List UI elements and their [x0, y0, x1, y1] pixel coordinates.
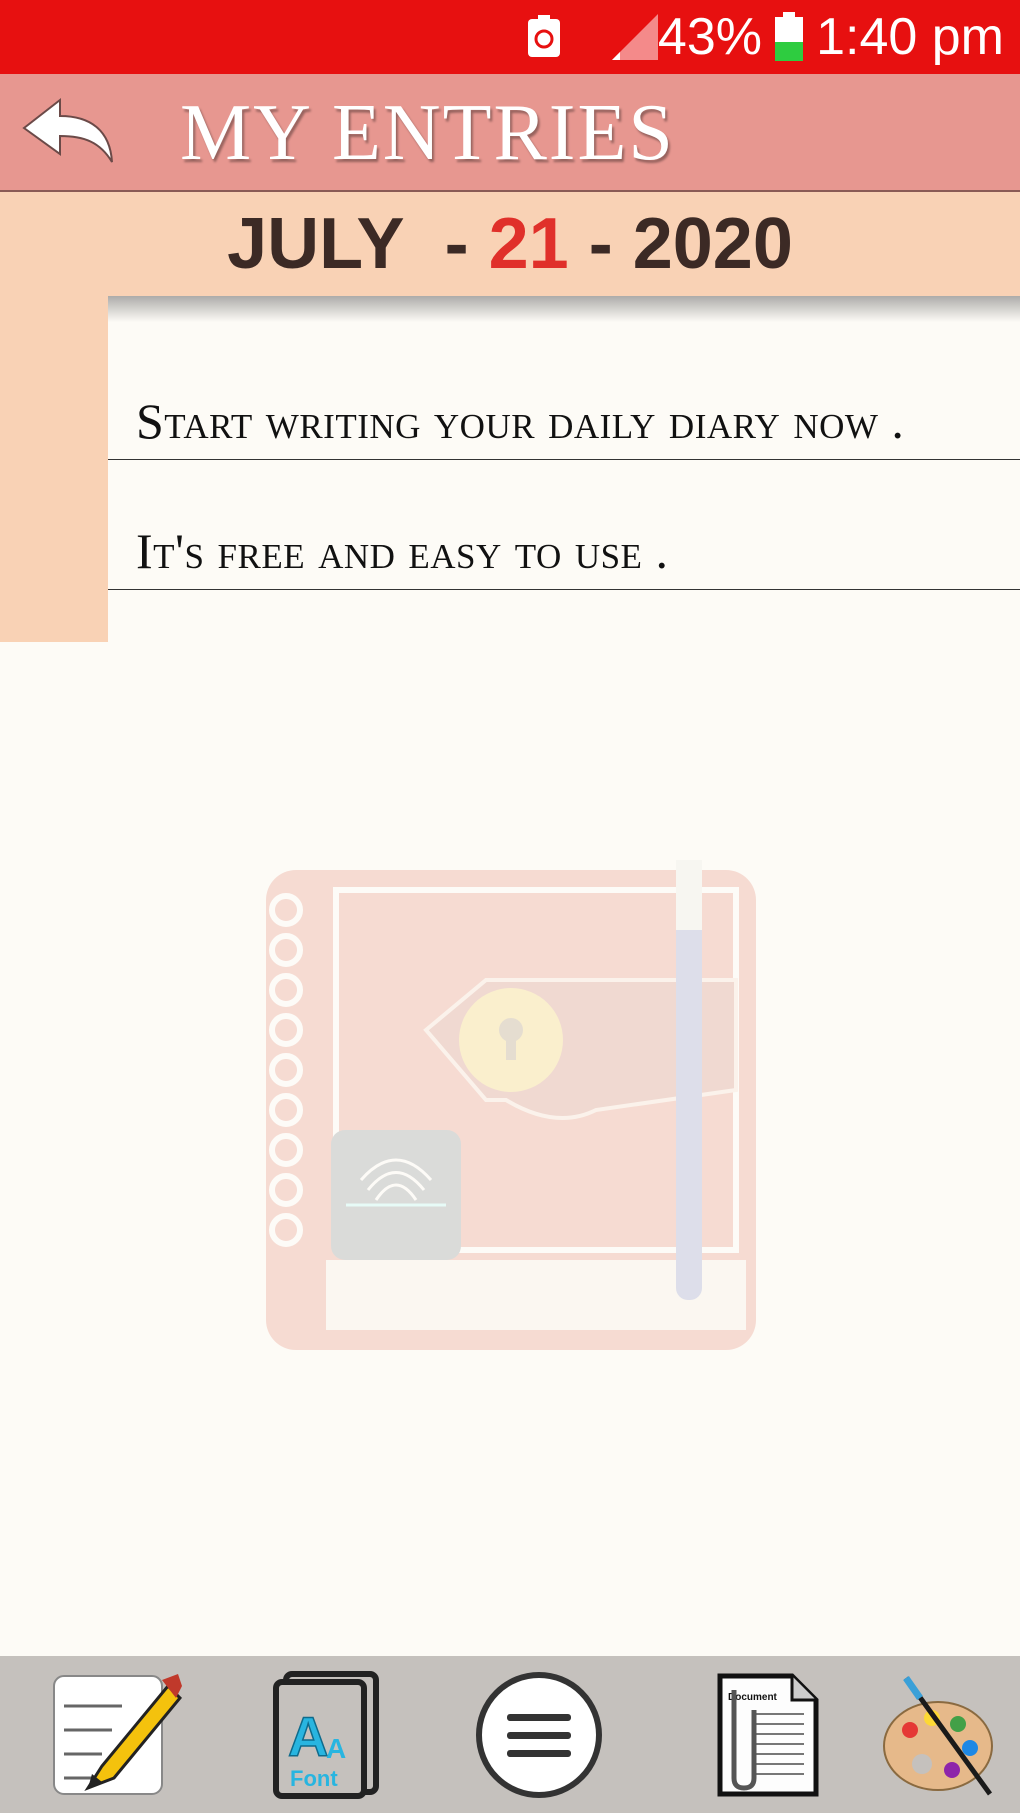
date-separator: - [588, 204, 613, 284]
page-title: MY ENTRIES [180, 89, 675, 177]
app-header: MY ENTRIES [0, 74, 1020, 192]
menu-icon [476, 1672, 602, 1798]
status-bar: 43% 1:40 pm [0, 0, 1020, 74]
svg-text:A: A [326, 1733, 346, 1764]
notification-icon [526, 0, 562, 74]
battery-percent: 43% [657, 8, 762, 66]
diary-line[interactable]: Start writing your daily diary now . [108, 392, 1020, 460]
date-bar: JULY - 21 - 2020 [0, 192, 1020, 296]
document-icon: Document [717, 1673, 819, 1797]
svg-text:Font: Font [290, 1766, 338, 1791]
margin-tab [0, 296, 108, 642]
menu-button[interactable] [474, 1670, 604, 1800]
bottom-toolbar: A A Font Document [0, 1656, 1020, 1813]
battery-icon [774, 0, 804, 74]
back-button[interactable] [20, 96, 116, 168]
write-entry-button[interactable] [52, 1670, 183, 1800]
signal-icon [612, 0, 658, 74]
clock: 1:40 pm [816, 8, 1004, 66]
date-separator: - [444, 204, 469, 284]
date-day: 21 [488, 204, 569, 284]
date-year: 2020 [632, 204, 793, 284]
back-arrow-icon [22, 97, 113, 163]
svg-text:A: A [288, 1705, 328, 1768]
documents-button[interactable]: Document [712, 1670, 842, 1800]
write-entry-icon [53, 1674, 183, 1795]
theme-palette-button[interactable] [880, 1670, 1010, 1800]
palette-icon [883, 1675, 993, 1796]
date-month: JULY [227, 204, 405, 284]
page-shadow [108, 296, 1020, 322]
font-icon: A A Font [273, 1671, 379, 1799]
font-button[interactable]: A A Font [272, 1670, 402, 1800]
diary-icon [256, 860, 766, 1370]
diary-line[interactable]: It's free and easy to use . [108, 522, 1020, 590]
